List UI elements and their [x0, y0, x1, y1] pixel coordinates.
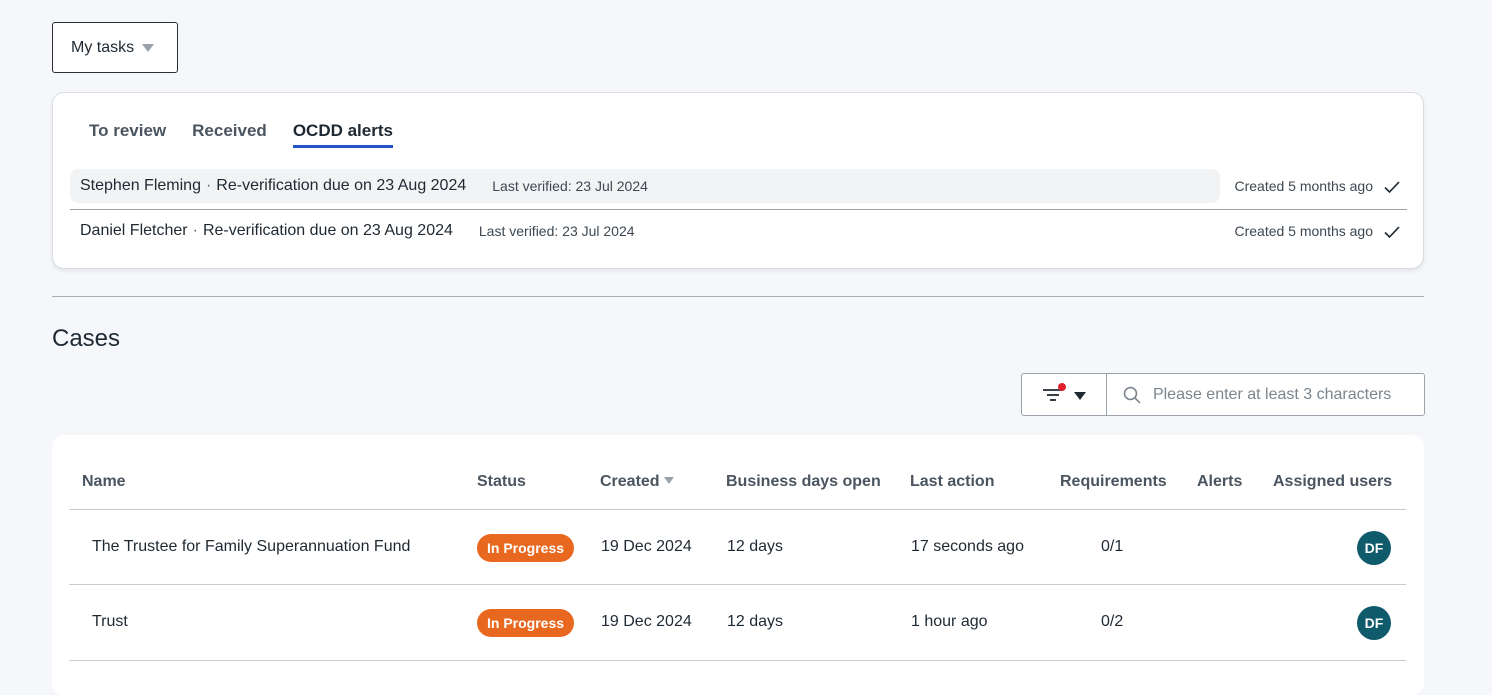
- case-requirements: 0/1: [1101, 538, 1124, 555]
- case-days-open: 12 days: [727, 538, 784, 555]
- tab-received[interactable]: Received: [192, 121, 267, 148]
- check-icon[interactable]: [1383, 178, 1401, 196]
- separator-dot: ·: [205, 177, 212, 194]
- row-divider: [69, 660, 1406, 661]
- separator-dot: ·: [192, 222, 198, 239]
- table-row[interactable]: The Trustee for Family Superannuation Fu…: [52, 510, 1424, 585]
- avatar[interactable]: DF: [1357, 531, 1391, 565]
- column-header-days-open[interactable]: Business days open: [726, 473, 881, 491]
- table-row[interactable]: Trust In Progress 19 Dec 2024 12 days 1 …: [52, 585, 1424, 660]
- alert-created: Created 5 months ago: [1234, 178, 1373, 194]
- alert-last-verified: Last verified: 23 Jul 2024: [492, 178, 648, 194]
- alert-message: Re-verification due on 23 Aug 2024: [202, 222, 453, 239]
- alert-last-verified: Last verified: 23 Jul 2024: [478, 223, 635, 239]
- case-name: Trust: [92, 613, 128, 630]
- divider: [70, 209, 1407, 210]
- status-badge: In Progress: [477, 609, 575, 637]
- cases-title: Cases: [52, 325, 121, 352]
- alert-person-name: Stephen Fleming: [80, 177, 201, 194]
- case-last-action: 1 hour ago: [911, 613, 988, 630]
- check-icon[interactable]: [1383, 223, 1401, 241]
- task-tabs: To review Received OCDD alerts: [89, 121, 393, 148]
- alert-message: Re-verification due on 23 Aug 2024: [216, 177, 467, 194]
- tasks-card: To review Received OCDD alerts Stephen F…: [52, 92, 1424, 269]
- chevron-down-icon: [1074, 392, 1086, 400]
- alert-person-name: Daniel Fletcher: [80, 222, 188, 239]
- my-tasks-dropdown[interactable]: My tasks: [52, 22, 178, 73]
- section-divider: [52, 296, 1424, 297]
- search-input[interactable]: [1150, 384, 1424, 405]
- alert-row[interactable]: Stephen Fleming · Re-verification due on…: [70, 169, 1407, 203]
- case-requirements: 0/2: [1101, 613, 1124, 630]
- column-header-last-action[interactable]: Last action: [910, 473, 994, 491]
- search-icon: [1123, 386, 1141, 404]
- filter-active-dot: [1058, 383, 1066, 391]
- chevron-down-icon: [142, 43, 155, 52]
- column-header-requirements[interactable]: Requirements: [1060, 473, 1167, 491]
- case-created: 19 Dec 2024: [601, 538, 692, 555]
- column-header-status[interactable]: Status: [477, 473, 526, 491]
- status-badge: In Progress: [477, 534, 575, 562]
- alert-created: Created 5 months ago: [1234, 223, 1373, 239]
- search-box[interactable]: [1106, 373, 1425, 416]
- case-days-open: 12 days: [727, 613, 784, 630]
- column-header-alerts[interactable]: Alerts: [1197, 473, 1242, 491]
- cases-table: Name Status Created Business days open L…: [52, 435, 1424, 695]
- tab-to-review[interactable]: To review: [89, 121, 166, 148]
- alert-row[interactable]: Daniel Fletcher · Re-verification due on…: [70, 214, 1407, 248]
- case-last-action: 17 seconds ago: [911, 538, 1024, 555]
- avatar[interactable]: DF: [1357, 606, 1391, 640]
- case-created: 19 Dec 2024: [601, 613, 692, 630]
- column-header-created[interactable]: Created: [600, 473, 674, 491]
- case-name: The Trustee for Family Superannuation Fu…: [92, 538, 411, 555]
- filter-button[interactable]: [1021, 373, 1107, 416]
- column-header-name[interactable]: Name: [82, 473, 126, 491]
- column-header-assigned-users[interactable]: Assigned users: [1273, 473, 1392, 491]
- my-tasks-label: My tasks: [71, 38, 135, 56]
- tab-ocdd-alerts[interactable]: OCDD alerts: [292, 121, 393, 148]
